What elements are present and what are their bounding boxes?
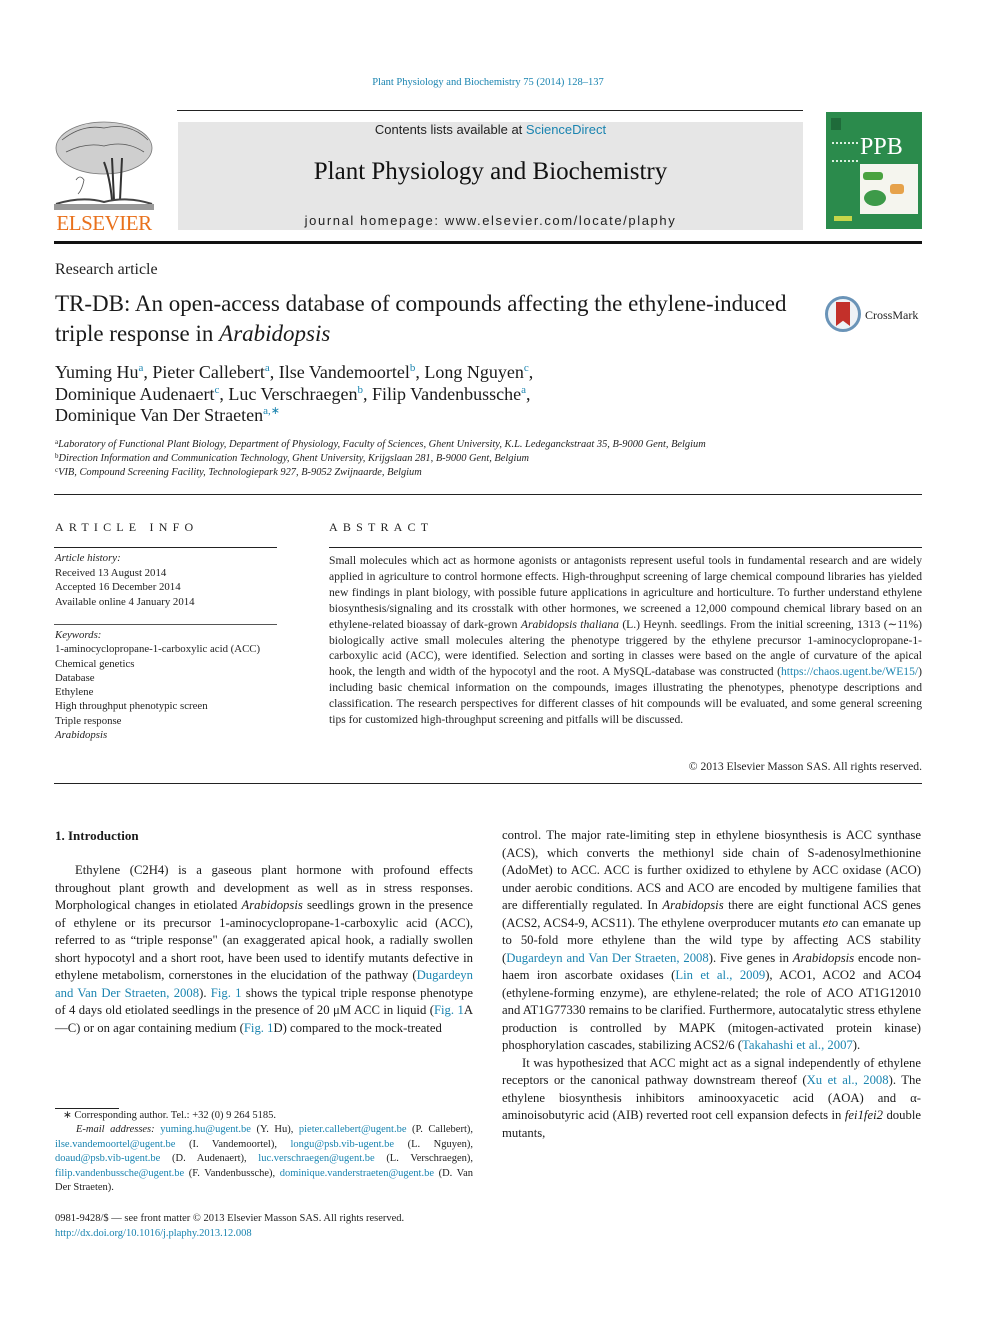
email-addresses: E-mail addresses: yuming.hu@ugent.be (Y.… (55, 1124, 474, 1194)
elsevier-wordmark: ELSEVIER (56, 211, 152, 235)
affiliation-marker[interactable]: a,∗ (263, 405, 280, 417)
article-title: TR-DB: An open-access database of compou… (55, 289, 795, 349)
article-history: Article history: Received 13 August 2014… (55, 551, 280, 609)
author[interactable]: Filip Vandenbusschea (372, 384, 526, 404)
cover-leaf-icon (863, 172, 883, 180)
abstract-text: Small molecules which act as hormone ago… (329, 554, 922, 727)
body-column-right: control. The major rate-limiting step in… (502, 827, 921, 1142)
front-matter: 0981-9428/$ — see front matter © 2013 El… (55, 1212, 485, 1241)
author[interactable]: Dominique Audenaertc (55, 384, 219, 404)
abstract-copyright: © 2013 Elsevier Masson SAS. All rights r… (688, 760, 922, 773)
contents-prefix: Contents lists available at (374, 122, 526, 137)
history-received: Received 13 August 2014 (55, 566, 167, 579)
journal-cover-thumbnail[interactable]: PPB (826, 112, 922, 229)
header-thick-divider (54, 241, 922, 244)
keywords: Keywords: 1-aminocyclopropane-1-carboxyl… (55, 628, 280, 742)
email-link[interactable]: longu@psb.vib-ugent.be (290, 1139, 394, 1150)
email-link[interactable]: pieter.callebert@ugent.be (299, 1124, 407, 1135)
issn-line: 0981-9428/$ — see front matter © 2013 El… (55, 1213, 405, 1224)
divider (54, 624, 277, 625)
cover-leaf-icon (864, 190, 886, 206)
article-type: Research article (55, 261, 158, 278)
journal-banner: Contents lists available at ScienceDirec… (178, 122, 803, 230)
paragraph: control. The major rate-limiting step in… (502, 828, 922, 1052)
footnote: ∗ Corresponding author. Tel.: +32 (0) 9 … (55, 1108, 473, 1195)
email-link[interactable]: filip.vandenbussche@ugent.be (55, 1168, 184, 1179)
author[interactable]: Luc Verschraegenb (228, 384, 363, 404)
elsevier-logo[interactable]: ELSEVIER (52, 118, 156, 234)
keyword: Database (55, 671, 95, 684)
article-info-heading: ARTICLE INFO (55, 520, 199, 534)
reference-link[interactable]: Dugardeyn and Van Der Straeten, 2008 (506, 951, 709, 965)
history-accepted: Accepted 16 December 2014 (55, 581, 181, 593)
cover-graphic-icon (890, 184, 904, 194)
cover-badge-icon (834, 216, 852, 221)
figure-link[interactable]: Fig. 1 (244, 1021, 274, 1035)
keyword: Triple response (55, 714, 122, 727)
corresponding-author-note: ∗ Corresponding author. Tel.: +32 (0) 9 … (63, 1110, 276, 1121)
email-link[interactable]: doaud@psb.vib-ugent.be (55, 1153, 160, 1164)
cover-title-text (832, 142, 858, 162)
abstract-heading: ABSTRACT (329, 520, 434, 534)
journal-homepage[interactable]: journal homepage: www.elsevier.com/locat… (178, 213, 803, 228)
affiliation: aLaboratory of Functional Plant Biology,… (55, 438, 706, 451)
divider (54, 783, 922, 784)
section-heading-introduction: 1. Introduction (55, 828, 139, 843)
elsevier-tree-icon (54, 121, 154, 210)
contents-line: Contents lists available at ScienceDirec… (178, 122, 803, 137)
keyword: Arabidopsis (55, 729, 108, 742)
reference-link[interactable]: Xu et al., 2008 (807, 1073, 889, 1087)
author[interactable]: Dominique Van Der Straetena,∗ (55, 405, 280, 425)
author[interactable]: Pieter Calleberta (152, 362, 269, 382)
crossmark-button[interactable]: CrossMark (825, 296, 925, 334)
reference-link[interactable]: Lin et al., 2009 (675, 968, 765, 982)
keyword: High throughput phenotypic screen (55, 700, 208, 713)
author[interactable]: Yuming Hua (55, 362, 143, 382)
sciencedirect-link[interactable]: ScienceDirect (526, 122, 606, 137)
database-link[interactable]: https://chaos.ugent.be/WE15/ (781, 665, 918, 678)
body-column-left: Ethylene (C2H4) is a gaseous plant hormo… (55, 862, 473, 1037)
divider (329, 547, 922, 548)
history-online: Available online 4 January 2014 (55, 595, 195, 608)
author-list: Yuming Hua, Pieter Calleberta, Ilse Vand… (55, 362, 534, 425)
keywords-label: Keywords: (55, 629, 102, 641)
divider (54, 494, 922, 495)
email-link[interactable]: luc.verschraegen@ugent.be (258, 1153, 374, 1164)
keyword: Ethylene (55, 686, 94, 699)
cover-ppb-label: PPB (860, 134, 903, 160)
author[interactable]: Long Nguyenc (424, 362, 528, 382)
divider (54, 547, 277, 548)
keyword: Chemical genetics (55, 657, 135, 670)
paragraph: Ethylene (C2H4) is a gaseous plant hormo… (55, 863, 473, 1035)
crossmark-label: CrossMark (865, 308, 919, 322)
email-link[interactable]: dominique.vanderstraeten@ugent.be (280, 1168, 434, 1179)
email-link[interactable]: yuming.hu@ugent.be (160, 1124, 251, 1135)
journal-citation-link[interactable]: Plant Physiology and Biochemistry 75 (20… (0, 77, 976, 88)
journal-title: Plant Physiology and Biochemistry (313, 158, 668, 185)
figure-link[interactable]: Fig. 1 (211, 986, 242, 1000)
keyword: 1-aminocyclopropane-1-carboxylic acid (A… (55, 643, 261, 656)
article-title-text: TR-DB: An open-access database of compou… (55, 291, 787, 346)
author[interactable]: Ilse Vandemoortelb (279, 362, 416, 382)
reference-link[interactable]: Takahashi et al., 2007 (742, 1038, 853, 1052)
affiliation: bDirection Information and Communication… (55, 452, 530, 465)
figure-link[interactable]: Fig. 1 (434, 1003, 464, 1017)
affiliation: cVIB, Compound Screening Facility, Techn… (55, 466, 422, 479)
cover-publisher-icon (831, 118, 841, 130)
email-link[interactable]: ilse.vandemoortel@ugent.be (55, 1139, 175, 1150)
doi-link[interactable]: http://dx.doi.org/10.1016/j.plaphy.2013.… (55, 1227, 485, 1242)
paragraph: It was hypothesized that ACC might act a… (502, 1055, 921, 1140)
header-divider (177, 110, 803, 111)
history-label: Article history: (55, 552, 121, 564)
affiliations: aLaboratory of Functional Plant Biology,… (55, 438, 935, 481)
article-title-italic: Arabidopsis (219, 321, 331, 346)
